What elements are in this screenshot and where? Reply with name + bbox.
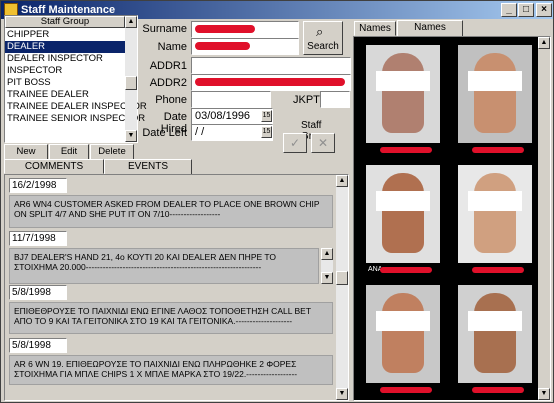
staff-group-item[interactable]: CHIPPER <box>5 29 125 41</box>
caption-redaction <box>380 387 432 393</box>
addr2-redaction <box>195 78 345 86</box>
scroll-up-icon[interactable]: ▲ <box>321 248 333 260</box>
staff-photo[interactable] <box>450 161 540 276</box>
check-icon[interactable]: ✓ <box>283 133 307 153</box>
maximize-button[interactable]: □ <box>518 3 534 17</box>
calendar-icon[interactable]: 15 <box>261 110 272 122</box>
events-scrollbar[interactable]: ▲ ▼ <box>336 175 348 400</box>
delete-button[interactable]: Delete <box>90 144 134 160</box>
caption-redaction <box>472 387 524 393</box>
staff-group-item[interactable]: DEALER INSPECTOR <box>5 53 125 65</box>
photo-scrollbar[interactable]: ▲ ▼ <box>538 37 550 400</box>
event-date[interactable]: 5/8/1998 <box>9 338 67 353</box>
face-mask <box>376 71 430 91</box>
face-mask <box>468 71 522 91</box>
face-mask <box>468 311 522 331</box>
event-date[interactable]: 5/8/1998 <box>9 285 67 300</box>
scroll-down-icon[interactable]: ▼ <box>538 388 550 400</box>
name-label: Name <box>157 41 187 53</box>
staff-group-item[interactable]: INSPECTOR <box>5 65 125 77</box>
staff-group-item[interactable]: PIT BOSS <box>5 77 125 89</box>
event-date[interactable]: 11/7/1998 <box>9 231 67 246</box>
event-text[interactable]: AR 6 WN 19. ΕΠΙΘΕΩΡΟΥΣΕ ΤΟ ΠΑΙΧΝΙΔΙ ΕΝΩ … <box>9 355 333 385</box>
staff-group-item[interactable]: TRAINEE DEALER INSPECTOR <box>5 101 147 113</box>
face-shape <box>474 53 516 133</box>
caption-redaction <box>472 267 524 273</box>
phone-field[interactable] <box>191 91 271 108</box>
event-text[interactable]: ΕΠΙΘΕΘΡΟΥΣΕ ΤΟ ΠΑΙΧΝΙΔΙ ΕΝΩ ΕΓΙΝΕ ΛΑΘΟΣ … <box>9 302 333 334</box>
staff-group-header[interactable]: Staff Group <box>5 16 125 28</box>
photo-grid: ANA ▲ ▼ <box>353 36 551 401</box>
caption-redaction <box>380 147 432 153</box>
phone-label: Phone <box>155 94 187 106</box>
face-shape <box>382 173 424 253</box>
face-mask <box>468 191 522 211</box>
staff-photo[interactable] <box>358 41 448 156</box>
photo-image <box>458 45 532 143</box>
addr1-field[interactable] <box>191 57 351 74</box>
addr2-label: ADDR2 <box>149 77 187 89</box>
event-date[interactable]: 16/2/1998 <box>9 178 67 193</box>
scroll-up-icon[interactable]: ▲ <box>336 175 348 187</box>
tab-names-fotos[interactable]: Names &Fotos <box>397 20 463 47</box>
close-button[interactable]: × <box>536 3 552 17</box>
photo-image <box>366 285 440 383</box>
photo-image <box>366 165 440 263</box>
surname-redaction <box>195 25 255 33</box>
caption-redaction <box>380 267 432 273</box>
staff-maintenance-window: Staff Maintenance _ □ × Staff Group CHIP… <box>0 0 554 403</box>
search-button[interactable]: ⌕ Search <box>303 21 343 55</box>
staff-group-scrollbar[interactable]: ▲ ▼ <box>125 16 137 142</box>
staff-photo[interactable] <box>450 41 540 156</box>
scroll-up-icon[interactable]: ▲ <box>538 37 550 49</box>
tab-events[interactable]: EVENTS <box>104 159 192 175</box>
scroll-down-icon[interactable]: ▼ <box>336 388 348 400</box>
scroll-down-icon[interactable]: ▼ <box>321 272 333 284</box>
edit-button[interactable]: Edit <box>49 144 89 160</box>
jkpt-field[interactable] <box>320 91 350 108</box>
face-shape <box>382 293 424 373</box>
tab-names[interactable]: Names <box>354 21 396 36</box>
calendar-icon[interactable]: 15 <box>261 126 272 138</box>
scroll-thumb[interactable] <box>125 76 137 90</box>
caption-redaction <box>472 147 524 153</box>
surname-label: Surname <box>142 23 187 35</box>
staff-group-item[interactable]: TRAINEE DEALER <box>5 89 125 101</box>
staff-photo[interactable] <box>358 281 448 396</box>
tab-comments[interactable]: COMMENTS <box>4 159 104 174</box>
date-left-label: Date Left <box>142 127 187 139</box>
new-group-button[interactable]: New Group <box>4 144 48 171</box>
face-shape <box>474 173 516 253</box>
staff-group-item[interactable]: DEALER <box>5 41 125 53</box>
face-mask <box>376 191 430 211</box>
face-shape <box>474 293 516 373</box>
minimize-button[interactable]: _ <box>501 3 517 17</box>
staff-group-item[interactable]: TRAINEE SENIOR INSPECTOR <box>5 113 145 125</box>
search-label: Search <box>307 41 339 52</box>
scroll-thumb[interactable] <box>336 271 348 285</box>
photo-image <box>458 285 532 383</box>
name-redaction <box>195 42 250 50</box>
addr1-label: ADDR1 <box>149 60 187 72</box>
event-text[interactable]: AR6 WN4 CUSTOMER ASKED FROM DEALER TO PL… <box>9 195 333 228</box>
jkpt-label: JKPT <box>293 94 320 106</box>
scroll-up-icon[interactable]: ▲ <box>125 16 137 28</box>
staff-photo[interactable] <box>450 281 540 396</box>
face-shape <box>382 53 424 133</box>
events-panel: 16/2/1998 AR6 WN4 CUSTOMER ASKED FROM DE… <box>4 174 349 401</box>
staff-group-items: CHIPPER DEALER DEALER INSPECTOR INSPECTOR PI… <box>5 29 147 125</box>
photo-image <box>458 165 532 263</box>
photo-image <box>366 45 440 143</box>
event-text[interactable]: BJ7 DEALER'S HAND 21, 4o ΚΟΥΤΙ 20 ΚΑΙ DE… <box>9 248 319 284</box>
staff-photo[interactable]: ANA <box>358 161 448 276</box>
binoculars-icon: ⌕ <box>316 24 324 39</box>
event-text-scrollbar[interactable]: ▲ ▼ <box>321 248 333 284</box>
x-icon[interactable]: ✕ <box>311 133 335 153</box>
scroll-down-icon[interactable]: ▼ <box>125 130 137 142</box>
staff-group-list: Staff Group CHIPPER DEALER DEALER INSPECTO… <box>4 15 147 143</box>
face-mask <box>376 311 430 331</box>
